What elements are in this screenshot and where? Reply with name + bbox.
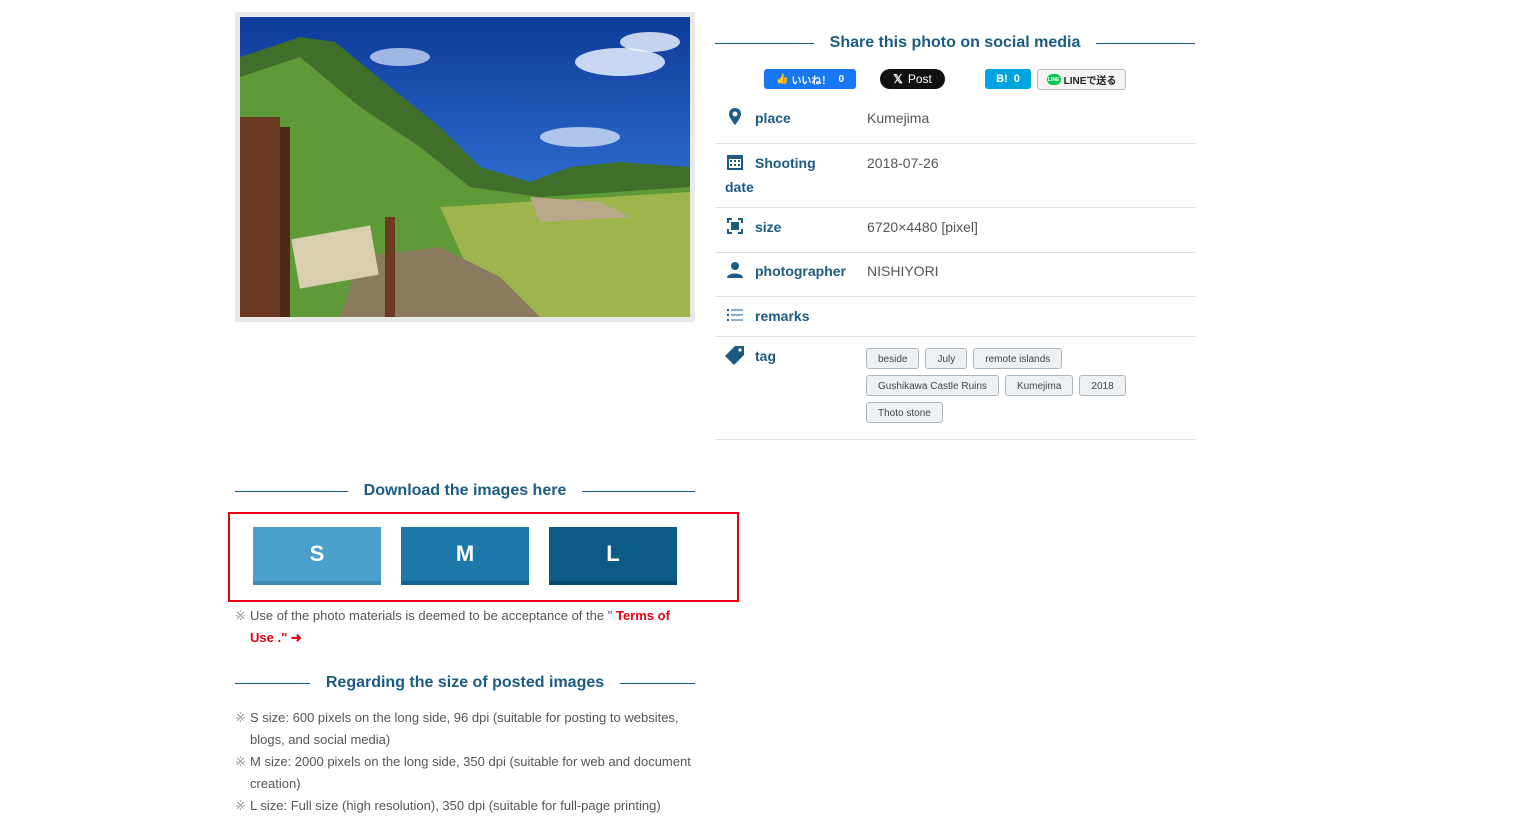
download-heading: Download the images here <box>235 482 695 500</box>
thumbs-up-icon: 👍 <box>775 73 789 85</box>
note-mark: ※ <box>235 608 246 623</box>
social-heading-text: Share this photo on social media <box>829 34 1081 51</box>
download-l-button[interactable]: L <box>549 527 677 585</box>
facebook-like-button[interactable]: 👍 いいね！ 0 <box>764 69 856 89</box>
photographer-value: NISHIYORI <box>867 263 939 279</box>
info-row-remarks: remarks <box>715 304 1195 337</box>
size-value: 6720×4480 [pixel] <box>867 219 978 235</box>
terms-prefix: Use of the photo materials is deemed to … <box>250 608 613 623</box>
arrow-right-icon: ➜ <box>290 630 302 645</box>
download-heading-text: Download the images here <box>363 482 567 499</box>
line-share-button[interactable]: LINE LINEで送る <box>1037 69 1126 90</box>
tag-list: beside July remote islands Gushikawa Cas… <box>866 348 1166 423</box>
landscape-photo <box>240 17 690 317</box>
person-icon <box>727 262 743 279</box>
info-row-size: size 6720×4480 [pixel] <box>715 215 1195 253</box>
facebook-like-count: 0 <box>838 73 844 85</box>
info-row-place: place Kumejima <box>715 106 1195 144</box>
shooting-date-label-2: date <box>725 179 754 195</box>
tag-chip[interactable]: Gushikawa Castle Ruins <box>866 375 999 396</box>
x-post-label: Post <box>907 72 932 86</box>
tag-chip[interactable]: Kumejima <box>1004 375 1074 396</box>
place-label: place <box>755 110 791 126</box>
hatena-bookmark-button[interactable]: B! 0 <box>985 69 1031 89</box>
download-m-button[interactable]: M <box>401 527 529 585</box>
info-row-tags: tag beside July remote islands Gushikawa… <box>715 344 1195 440</box>
frame-size-icon <box>727 218 743 235</box>
place-value: Kumejima <box>867 110 930 126</box>
tag-chip[interactable]: remote islands <box>973 348 1063 369</box>
x-post-button[interactable]: 𝕏 Post <box>880 69 945 89</box>
hatena-count: 0 <box>1013 73 1020 85</box>
size-note-l: ※ L size: Full size (high resolution), 3… <box>235 798 661 813</box>
size-note-m: ※ M size: 2000 pixels on the long side, … <box>235 754 691 791</box>
social-heading: Share this photo on social media <box>715 34 1195 52</box>
tag-icon <box>725 346 744 366</box>
list-icon <box>727 309 743 322</box>
calendar-icon <box>727 155 743 171</box>
size-label: size <box>755 219 782 235</box>
tag-label: tag <box>755 348 776 364</box>
sizes-heading: Regarding the size of posted images <box>235 674 695 692</box>
hatena-label: B! <box>996 73 1008 85</box>
sizes-heading-text: Regarding the size of posted images <box>325 674 605 691</box>
line-share-label: LINEで送る <box>1063 76 1117 87</box>
line-logo-icon: LINE <box>1046 74 1061 85</box>
tag-chip[interactable]: Thoto stone <box>866 402 943 423</box>
size-notes: ※ S size: 600 pixels on the long side, 9… <box>235 707 695 817</box>
x-logo-icon: 𝕏 <box>893 72 903 86</box>
tag-chip[interactable]: July <box>925 348 968 369</box>
terms-note: ※ Use of the photo materials is deemed t… <box>235 605 695 649</box>
size-note-s: ※ S size: 600 pixels on the long side, 9… <box>235 710 679 747</box>
info-row-shooting-date: Shooting date 2018-07-26 <box>715 151 1195 208</box>
remarks-label: remarks <box>755 308 810 324</box>
photo-frame <box>235 12 695 322</box>
facebook-like-label: いいね！ <box>791 75 832 87</box>
shooting-date-value: 2018-07-26 <box>867 155 939 171</box>
shooting-date-label-1: Shooting <box>755 155 816 171</box>
info-row-photographer: photographer NISHIYORI <box>715 259 1195 297</box>
tag-chip[interactable]: beside <box>866 348 920 369</box>
photographer-label: photographer <box>755 263 846 279</box>
map-pin-icon <box>729 108 741 126</box>
download-s-button[interactable]: S <box>253 527 381 585</box>
tag-chip[interactable]: 2018 <box>1079 375 1126 396</box>
